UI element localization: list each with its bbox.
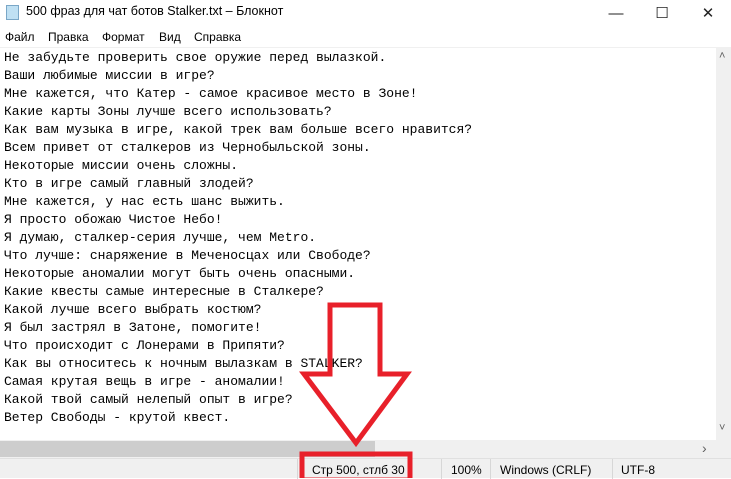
text-line: Мне кажется, что Катер - самое красивое … bbox=[4, 86, 418, 101]
text-line: Некоторые миссии очень сложны. bbox=[4, 158, 239, 173]
window-title: 500 фраз для чат ботов Stalker.txt – Бло… bbox=[26, 4, 284, 18]
menu-file[interactable]: Файл bbox=[5, 30, 35, 44]
text-line: Кто в игре самый главный злодей? bbox=[4, 176, 254, 191]
status-position: Стр 500, стлб 30 bbox=[312, 463, 405, 477]
horizontal-scroll-thumb[interactable] bbox=[0, 441, 375, 457]
text-line: Какой твой самый нелепый опыт в игре? bbox=[4, 392, 293, 407]
maximize-button[interactable]: ☐ bbox=[639, 0, 685, 26]
text-line: Какой лучше всего выбрать костюм? bbox=[4, 302, 262, 317]
status-encoding: UTF-8 bbox=[621, 463, 655, 477]
text-editor[interactable]: Не забудьте проверить свое оружие перед … bbox=[0, 48, 716, 440]
status-divider bbox=[612, 459, 613, 479]
text-line: Всем привет от сталкеров из Чернобыльско… bbox=[4, 140, 371, 155]
horizontal-scrollbar[interactable]: › bbox=[0, 440, 716, 458]
scroll-up-icon[interactable]: ˄ bbox=[719, 50, 725, 62]
menu-view[interactable]: Вид bbox=[159, 30, 181, 44]
vertical-scrollbar[interactable]: ˄ ˅ bbox=[716, 48, 731, 440]
scrollbar-corner bbox=[716, 440, 731, 458]
notepad-icon bbox=[6, 5, 19, 20]
text-line: Что происходит с Лонерами в Припяти? bbox=[4, 338, 285, 353]
vertical-scroll-thumb[interactable] bbox=[717, 65, 730, 405]
scroll-down-icon[interactable]: ˅ bbox=[719, 422, 725, 434]
minimize-button[interactable]: — bbox=[593, 0, 639, 26]
text-line: Ваши любимые миссии в игре? bbox=[4, 68, 215, 83]
scroll-right-icon[interactable]: › bbox=[702, 440, 707, 456]
text-line: Какие квесты самые интересные в Сталкере… bbox=[4, 284, 324, 299]
text-line: Не забудьте проверить свое оружие перед … bbox=[4, 50, 387, 65]
close-button[interactable]: ✕ bbox=[685, 0, 731, 26]
status-divider bbox=[490, 459, 491, 479]
text-line: Мне кажется, у нас есть шанс выжить. bbox=[4, 194, 285, 209]
status-zoom: 100% bbox=[451, 463, 482, 477]
text-line: Как вам музыка в игре, какой трек вам бо… bbox=[4, 122, 473, 137]
menu-help[interactable]: Справка bbox=[194, 30, 241, 44]
menu-edit[interactable]: Правка bbox=[48, 30, 89, 44]
text-line: Что лучше: снаряжение в Меченосцах или С… bbox=[4, 248, 371, 263]
text-line: Я был застрял в Затоне, помогите! bbox=[4, 320, 262, 335]
status-bar: Стр 500, стлб 30 100% Windows (CRLF) UTF… bbox=[0, 458, 731, 479]
text-line: Некоторые аномалии могут быть очень опас… bbox=[4, 266, 356, 281]
status-divider bbox=[441, 459, 442, 479]
text-line: Я думаю, сталкер-серия лучше, чем Metro. bbox=[4, 230, 317, 245]
title-bar: 500 фраз для чат ботов Stalker.txt – Бло… bbox=[0, 0, 731, 26]
status-line-ending: Windows (CRLF) bbox=[500, 463, 592, 477]
menu-bar: Файл Правка Формат Вид Справка bbox=[0, 26, 731, 48]
text-line: Ветер Свободы - крутой квест. bbox=[4, 410, 231, 425]
text-line: Я просто обожаю Чистое Небо! bbox=[4, 212, 223, 227]
text-line: Какие карты Зоны лучше всего использоват… bbox=[4, 104, 332, 119]
status-divider bbox=[297, 459, 298, 479]
text-line: Как вы относитесь к ночным вылазкам в ST… bbox=[4, 356, 363, 371]
text-line: Самая крутая вещь в игре - аномалии! bbox=[4, 374, 285, 389]
menu-format[interactable]: Формат bbox=[102, 30, 145, 44]
